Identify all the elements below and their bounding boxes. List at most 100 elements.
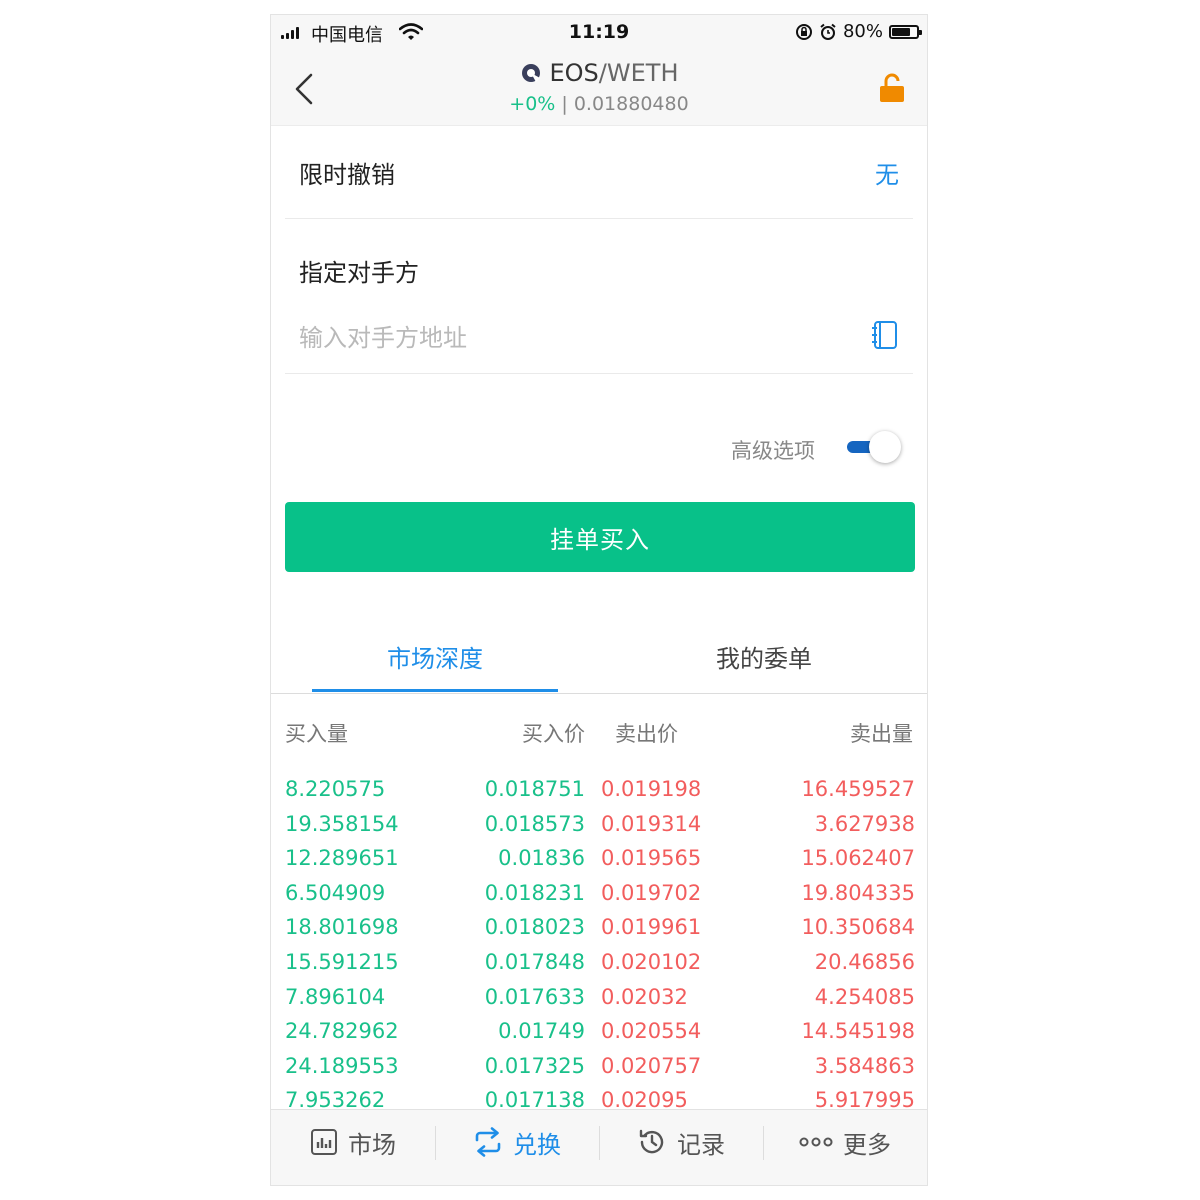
advanced-options-label: 高级选项 <box>731 439 815 463</box>
depth-sell-amount: 19.804335 <box>801 880 915 905</box>
advanced-options-toggle[interactable] <box>845 431 903 465</box>
phone-screen: 中国电信 11:19 80% EOS/WETH +0% | 0.01880480… <box>270 14 928 1186</box>
depth-buy-amount: 24.782962 <box>285 1019 399 1044</box>
depth-buy-price: 0.018751 <box>484 777 585 801</box>
tabbar-more-label: 更多 <box>843 1130 891 1159</box>
clock-icon <box>639 1129 664 1154</box>
depth-buy-amount: 6.504909 <box>285 880 386 905</box>
tab-my-orders[interactable]: 我的委单 <box>641 639 887 674</box>
depth-row: 8.220575 0.018751 0.019198 16.459527 <box>285 775 915 810</box>
depth-sell-price: 0.02032 <box>601 984 688 1009</box>
eos-logo-icon <box>521 64 540 82</box>
tabbar-market[interactable]: 市场 <box>271 1110 435 1174</box>
header-buy-amount: 买入量 <box>285 722 348 746</box>
bottom-tab-bar: 市场 兑换 记录 更多 <box>271 1109 927 1185</box>
depth-row: 24.782962 0.01749 0.020554 14.545198 <box>285 1017 915 1052</box>
depth-buy-amount: 24.189553 <box>285 1053 399 1078</box>
depth-sell-amount: 20.46856 <box>814 949 915 974</box>
tabbar-market-label: 市场 <box>348 1130 396 1159</box>
tabbar-swap-label: 兑换 <box>513 1130 561 1159</box>
depth-sell-amount: 15.062407 <box>801 846 915 871</box>
depth-sell-price: 0.020757 <box>601 1053 702 1078</box>
cancel-label: 限时撤销 <box>299 161 395 189</box>
depth-row: 6.504909 0.018231 0.019702 19.804335 <box>285 879 915 914</box>
depth-buy-price: 0.017138 <box>484 1088 585 1109</box>
header-buy-price: 买入价 <box>522 722 585 746</box>
cancel-value[interactable]: 无 <box>875 155 899 190</box>
depth-buy-price: 0.017633 <box>484 984 585 1009</box>
counterparty-input[interactable]: 输入对手方地址 <box>299 318 467 353</box>
pair-base: EOS <box>549 59 599 87</box>
depth-buy-amount: 12.289651 <box>285 846 399 871</box>
price-change: +0% <box>509 93 556 115</box>
depth-buy-amount: 18.801698 <box>285 915 399 940</box>
depth-buy-amount: 8.220575 <box>285 777 386 801</box>
depth-row: 7.953262 0.017138 0.02095 5.917995 <box>285 1086 915 1109</box>
pair-quote: /WETH <box>598 59 679 87</box>
depth-sell-price: 0.019314 <box>601 811 702 836</box>
address-book-icon[interactable] <box>871 320 899 350</box>
header-sell-amount: 卖出量 <box>850 722 913 746</box>
battery-fill <box>892 27 910 36</box>
depth-buy-price: 0.01836 <box>498 846 585 871</box>
depth-buy-amount: 19.358154 <box>285 811 399 836</box>
depth-buy-price: 0.018573 <box>484 811 585 836</box>
depth-buy-amount: 7.953262 <box>285 1088 386 1109</box>
last-price: 0.01880480 <box>573 93 689 115</box>
depth-row: 7.896104 0.017633 0.02032 4.254085 <box>285 983 915 1018</box>
tabbar-more[interactable]: 更多 <box>763 1110 927 1174</box>
depth-row: 18.801698 0.018023 0.019961 10.350684 <box>285 913 915 948</box>
depth-row: 12.289651 0.01836 0.019565 15.062407 <box>285 844 915 879</box>
battery-icon <box>889 24 922 39</box>
depth-buy-price: 0.018023 <box>484 915 585 940</box>
tabbar-swap[interactable]: 兑换 <box>435 1110 599 1174</box>
swap-icon <box>475 1127 501 1157</box>
unlock-icon[interactable] <box>879 73 905 103</box>
depth-buy-price: 0.01749 <box>498 1019 585 1044</box>
depth-buy-price: 0.018231 <box>484 880 585 905</box>
tab-market-depth[interactable]: 市场深度 <box>312 639 558 674</box>
counterparty-label: 指定对手方 <box>299 259 419 287</box>
depth-sell-price: 0.020102 <box>601 949 702 974</box>
rotation-lock-icon <box>795 23 812 40</box>
header-sell-price: 卖出价 <box>615 722 678 746</box>
depth-sell-price: 0.019961 <box>601 915 702 940</box>
divider <box>285 373 913 374</box>
depth-buy-price: 0.017848 <box>484 949 585 974</box>
pair-price-line: +0% | 0.01880480 <box>271 93 927 115</box>
depth-sell-price: 0.02095 <box>601 1088 688 1109</box>
depth-sell-amount: 5.917995 <box>814 1088 915 1109</box>
depth-sell-price: 0.019702 <box>601 880 702 905</box>
status-bar: 中国电信 11:19 80% <box>271 15 927 51</box>
depth-sell-amount: 10.350684 <box>801 915 915 940</box>
depth-sell-price: 0.019198 <box>601 777 702 801</box>
bar-chart-icon <box>311 1129 337 1155</box>
nav-bar: EOS/WETH +0% | 0.01880480 <box>271 51 927 126</box>
alarm-icon <box>820 23 836 40</box>
depth-buy-amount: 7.896104 <box>285 984 386 1009</box>
toggle-knob <box>869 431 901 463</box>
active-tab-indicator <box>312 689 558 692</box>
depth-sell-amount: 14.545198 <box>801 1019 915 1044</box>
status-right: 80% <box>795 21 922 42</box>
price-separator: | <box>555 93 574 115</box>
depth-buy-price: 0.017325 <box>484 1053 585 1078</box>
depth-sell-price: 0.019565 <box>601 846 702 871</box>
depth-sell-amount: 16.459527 <box>801 777 915 801</box>
battery-percent: 80% <box>842 21 883 42</box>
depth-tabs: 市场深度 我的委单 <box>271 615 927 694</box>
depth-row: 24.189553 0.017325 0.020757 3.584863 <box>285 1052 915 1087</box>
depth-sell-amount: 3.627938 <box>814 811 915 836</box>
depth-row: 19.358154 0.018573 0.019314 3.627938 <box>285 810 915 845</box>
pair-title: EOS/WETH <box>271 59 927 87</box>
depth-sell-amount: 3.584863 <box>814 1053 915 1078</box>
divider <box>285 218 913 219</box>
depth-sell-price: 0.020554 <box>601 1019 702 1044</box>
tabbar-records[interactable]: 记录 <box>599 1110 763 1174</box>
depth-table: 8.220575 0.018751 0.019198 16.459527 19.3581… <box>285 775 915 1109</box>
limit-buy-button[interactable]: 挂单买入 <box>285 502 915 572</box>
depth-sell-amount: 4.254085 <box>814 984 915 1009</box>
more-dots-icon <box>799 1137 833 1147</box>
depth-buy-amount: 15.591215 <box>285 949 399 974</box>
tabbar-records-label: 记录 <box>677 1130 725 1159</box>
